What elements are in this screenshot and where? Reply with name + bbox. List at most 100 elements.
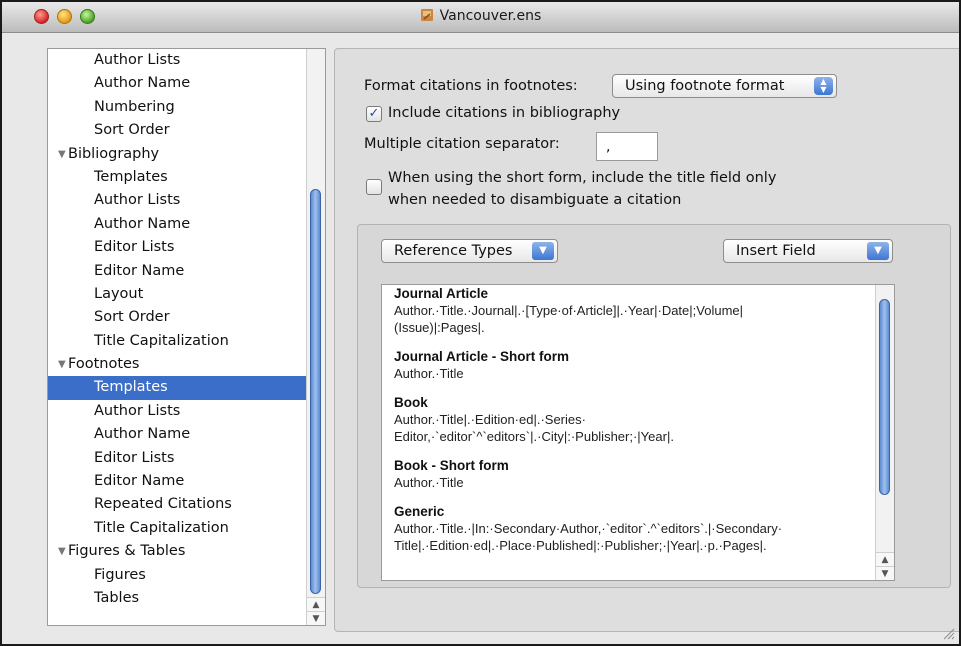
sidebar-item[interactable]: Editor Lists [48, 447, 306, 470]
sidebar-item[interactable]: Author Lists [48, 400, 306, 423]
sidebar-item[interactable]: Author Lists [48, 49, 306, 72]
sidebar-item[interactable]: Templates [48, 376, 306, 400]
sidebar-item[interactable]: Sort Order [48, 306, 306, 329]
sidebar-item-label: Editor Lists [94, 239, 175, 256]
sidebar-group[interactable]: ▼ Bibliography [48, 143, 306, 166]
sidebar-item-label: Figures & Tables [68, 543, 186, 560]
style-outline-sidebar[interactable]: Author Lists Author Name Numbering Sort Ord… [47, 48, 326, 626]
template-block[interactable]: Generic Author.·Title.·|In:·Secondary·Aut… [394, 503, 870, 554]
template-block[interactable]: Book - Short form Author.·Title [394, 457, 870, 491]
sidebar-item[interactable]: Templates [48, 166, 306, 189]
sidebar-item[interactable]: Editor Name [48, 260, 306, 283]
sidebar-item[interactable]: Author Name [48, 72, 306, 95]
template-format-line[interactable]: Title|.·Edition·ed|.·Place·Published|:·P… [394, 537, 870, 554]
sidebar-item[interactable]: Title Capitalization [48, 330, 306, 353]
sidebar-item-label: Editor Name [94, 473, 185, 490]
sidebar-item[interactable]: Repeated Citations [48, 493, 306, 516]
sidebar-item-label: Numbering [94, 98, 175, 115]
sidebar-item-label: Author Name [94, 75, 191, 92]
sidebar-item-label: Author Name [94, 215, 191, 232]
insert-field-button[interactable]: Insert Field ▼ [723, 239, 893, 263]
disclosure-triangle-icon[interactable]: ▼ [58, 353, 68, 376]
template-name: Generic [394, 504, 445, 519]
sidebar-item-label: Figures [94, 566, 146, 583]
sidebar-item[interactable]: Numbering [48, 96, 306, 119]
chevron-down-icon: ▼ [532, 242, 554, 260]
chevron-down-icon: ▼ [867, 242, 889, 260]
templates-list: Journal Article Author.·Title.·Journal|.·… [394, 285, 870, 566]
insert-field-label: Insert Field [736, 243, 816, 259]
short-form-label-line1: When using the short form, include the t… [388, 170, 777, 186]
sidebar-item-label: Sort Order [94, 122, 170, 139]
sidebar-list: Author Lists Author Name Numbering Sort Ord… [48, 49, 306, 610]
templates-scroll-down-button[interactable]: ▼ [876, 566, 894, 580]
include-bibliography-checkbox[interactable]: ✓ [366, 106, 382, 122]
template-name: Journal Article [394, 286, 489, 301]
templates-scrollbar[interactable]: ▲ ▼ [875, 285, 894, 580]
template-format-line[interactable]: Author.·Title|.·Edition·ed|.·Series· [394, 411, 870, 428]
templates-editor[interactable]: Journal Article Author.·Title.·Journal|.·… [381, 284, 895, 581]
disclosure-triangle-icon[interactable]: ▼ [58, 540, 68, 563]
sidebar-item[interactable]: Author Lists [48, 189, 306, 212]
sidebar-item[interactable]: Editor Name [48, 470, 306, 493]
template-name: Book [394, 395, 428, 410]
sidebar-item-label: Author Lists [94, 52, 181, 68]
sidebar-scroll-thumb[interactable] [310, 189, 321, 594]
sidebar-item[interactable]: Figures [48, 564, 306, 587]
sidebar-item-label: Bibliography [68, 145, 160, 162]
sidebar-group[interactable]: ▼ Figures & Tables [48, 540, 306, 563]
templates-scroll-up-button[interactable]: ▲ [876, 552, 894, 566]
template-block[interactable]: Book Author.·Title|.·Edition·ed|.·Series·… [394, 394, 870, 445]
resize-grip-icon[interactable] [941, 626, 955, 640]
sidebar-item-label: Editor Name [94, 262, 185, 279]
template-format-line[interactable]: Author.·Title.·Journal|.·[Type·of·Articl… [394, 302, 870, 319]
templates-scroll-thumb[interactable] [879, 299, 890, 495]
template-name: Book - Short form [394, 458, 509, 473]
sidebar-scroll-up-button[interactable]: ▲ [307, 597, 325, 611]
sidebar-item-label: Author Lists [94, 402, 181, 419]
format-citations-label: Format citations in footnotes: [364, 78, 578, 94]
title-bar[interactable]: Vancouver.ens [2, 2, 959, 33]
sidebar-item[interactable]: Layout [48, 283, 306, 306]
template-format-line[interactable]: Author.·Title [394, 474, 870, 491]
sidebar-item[interactable]: Author Name [48, 423, 306, 446]
template-format-line[interactable]: (Issue)|:Pages|. [394, 319, 870, 336]
separator-value: , [606, 139, 611, 155]
sidebar-item-label: Templates [94, 168, 168, 185]
sidebar-item-label: Title Capitalization [94, 332, 229, 349]
app-window: Vancouver.ens Author Lists Author Name Num… [0, 0, 961, 646]
template-format-line[interactable]: Author.·Title [394, 365, 870, 382]
sidebar-item-label: Sort Order [94, 309, 170, 326]
sidebar-scrollbar[interactable]: ▲ ▼ [306, 49, 325, 625]
template-name: Journal Article - Short form [394, 349, 570, 364]
sidebar-item[interactable]: Sort Order [48, 119, 306, 142]
sidebar-group[interactable]: ▼ Footnotes [48, 353, 306, 376]
template-block[interactable]: Journal Article Author.·Title.·Journal|.·… [394, 285, 870, 336]
sidebar-item[interactable]: Tables [48, 587, 306, 610]
sidebar-item-label: Tables [94, 589, 140, 606]
sidebar-item[interactable]: Author Name [48, 213, 306, 236]
template-format-line[interactable]: Editor,·`editor`^`editors`|.·City|:·Publ… [394, 428, 870, 445]
separator-label: Multiple citation separator: [364, 136, 560, 152]
sidebar-item-label: Repeated Citations [94, 496, 232, 513]
sidebar-item-label: Editor Lists [94, 449, 175, 466]
sidebar-item[interactable]: Editor Lists [48, 236, 306, 259]
reference-types-button[interactable]: Reference Types ▼ [381, 239, 558, 263]
disclosure-triangle-icon[interactable]: ▼ [58, 143, 68, 166]
template-block[interactable]: Journal Article - Short form Author.·Titl… [394, 348, 870, 382]
template-format-line[interactable]: Author.·Title.·|In:·Secondary·Author,·`e… [394, 520, 870, 537]
separator-input[interactable]: , [596, 132, 658, 161]
window-title-group: Vancouver.ens [2, 8, 959, 24]
sidebar-item-label: Templates [94, 379, 168, 396]
document-icon [420, 9, 433, 21]
sidebar-item-label: Layout [94, 285, 144, 302]
sidebar-scroll-down-button[interactable]: ▼ [307, 611, 325, 625]
popup-stepper-icon: ▲ ▼ [814, 77, 833, 95]
include-bibliography-label: Include citations in bibliography [388, 105, 621, 121]
short-form-checkbox[interactable] [366, 179, 382, 195]
short-form-label-line2: when needed to disambiguate a citation [388, 192, 682, 208]
format-citations-value: Using footnote format [625, 78, 785, 94]
sidebar-item[interactable]: Title Capitalization [48, 517, 306, 540]
format-citations-popup[interactable]: Using footnote format ▲ ▼ [612, 74, 837, 98]
reference-types-label: Reference Types [394, 243, 513, 259]
